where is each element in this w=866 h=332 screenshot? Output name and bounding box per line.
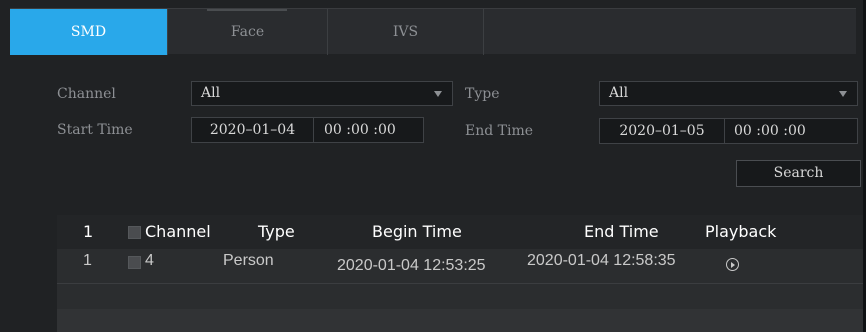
tab-face[interactable]: Face [168, 9, 328, 55]
select-all-checkbox[interactable] [128, 226, 141, 239]
tab-bar: SMD Face IVS [10, 8, 856, 55]
tab-divider-mark [207, 9, 287, 11]
row-end-time: 2020-01-04 12:58:35 [527, 252, 676, 269]
channel-label: Channel [57, 86, 116, 102]
row-checkbox[interactable] [128, 256, 141, 269]
start-time-label: Start Time [57, 122, 133, 138]
tab-smd[interactable]: SMD [10, 9, 168, 55]
end-date-field[interactable]: 2020–01–05 [599, 118, 725, 144]
end-time-field[interactable]: 00 :00 :00 [724, 118, 858, 144]
empty-row [57, 283, 865, 309]
row-index: 1 [83, 252, 92, 269]
channel-select-value: All [201, 85, 221, 101]
channel-select[interactable]: All [191, 81, 453, 106]
table-header: 1 Channel Type Begin Time End Time Playb… [57, 215, 865, 249]
type-select-value: All [609, 85, 629, 101]
play-circle-icon[interactable] [726, 258, 739, 271]
end-time-label: End Time [465, 123, 534, 139]
search-button[interactable]: Search [736, 160, 861, 187]
start-date-field[interactable]: 2020–01–04 [191, 117, 314, 143]
tab-smd-label: SMD [70, 24, 107, 40]
chevron-down-icon [434, 91, 442, 97]
row-type: Person [223, 252, 274, 269]
smart-search-panel: SMD Face IVS Channel All Type All Start … [0, 0, 866, 332]
start-time-field[interactable]: 00 :00 :00 [313, 117, 424, 143]
app-window: SMD Face IVS Channel All Type All Start … [0, 0, 866, 332]
tab-face-label: Face [230, 24, 265, 40]
row-begin-time: 2020-01-04 12:53:25 [337, 257, 486, 274]
chevron-down-icon [839, 91, 847, 97]
header-begin-time: Begin Time [372, 222, 462, 241]
table-row[interactable]: 1 4 Person 2020-01-04 12:53:25 2020-01-0… [57, 249, 865, 283]
row-channel: 4 [145, 252, 154, 269]
type-label: Type [465, 86, 500, 102]
tab-ivs-label: IVS [392, 24, 419, 40]
type-select[interactable]: All [599, 81, 858, 106]
header-playback: Playback [705, 222, 777, 241]
tab-ivs[interactable]: IVS [328, 9, 484, 55]
results-table: 1 Channel Type Begin Time End Time Playb… [57, 215, 865, 332]
header-channel: Channel [145, 222, 211, 241]
